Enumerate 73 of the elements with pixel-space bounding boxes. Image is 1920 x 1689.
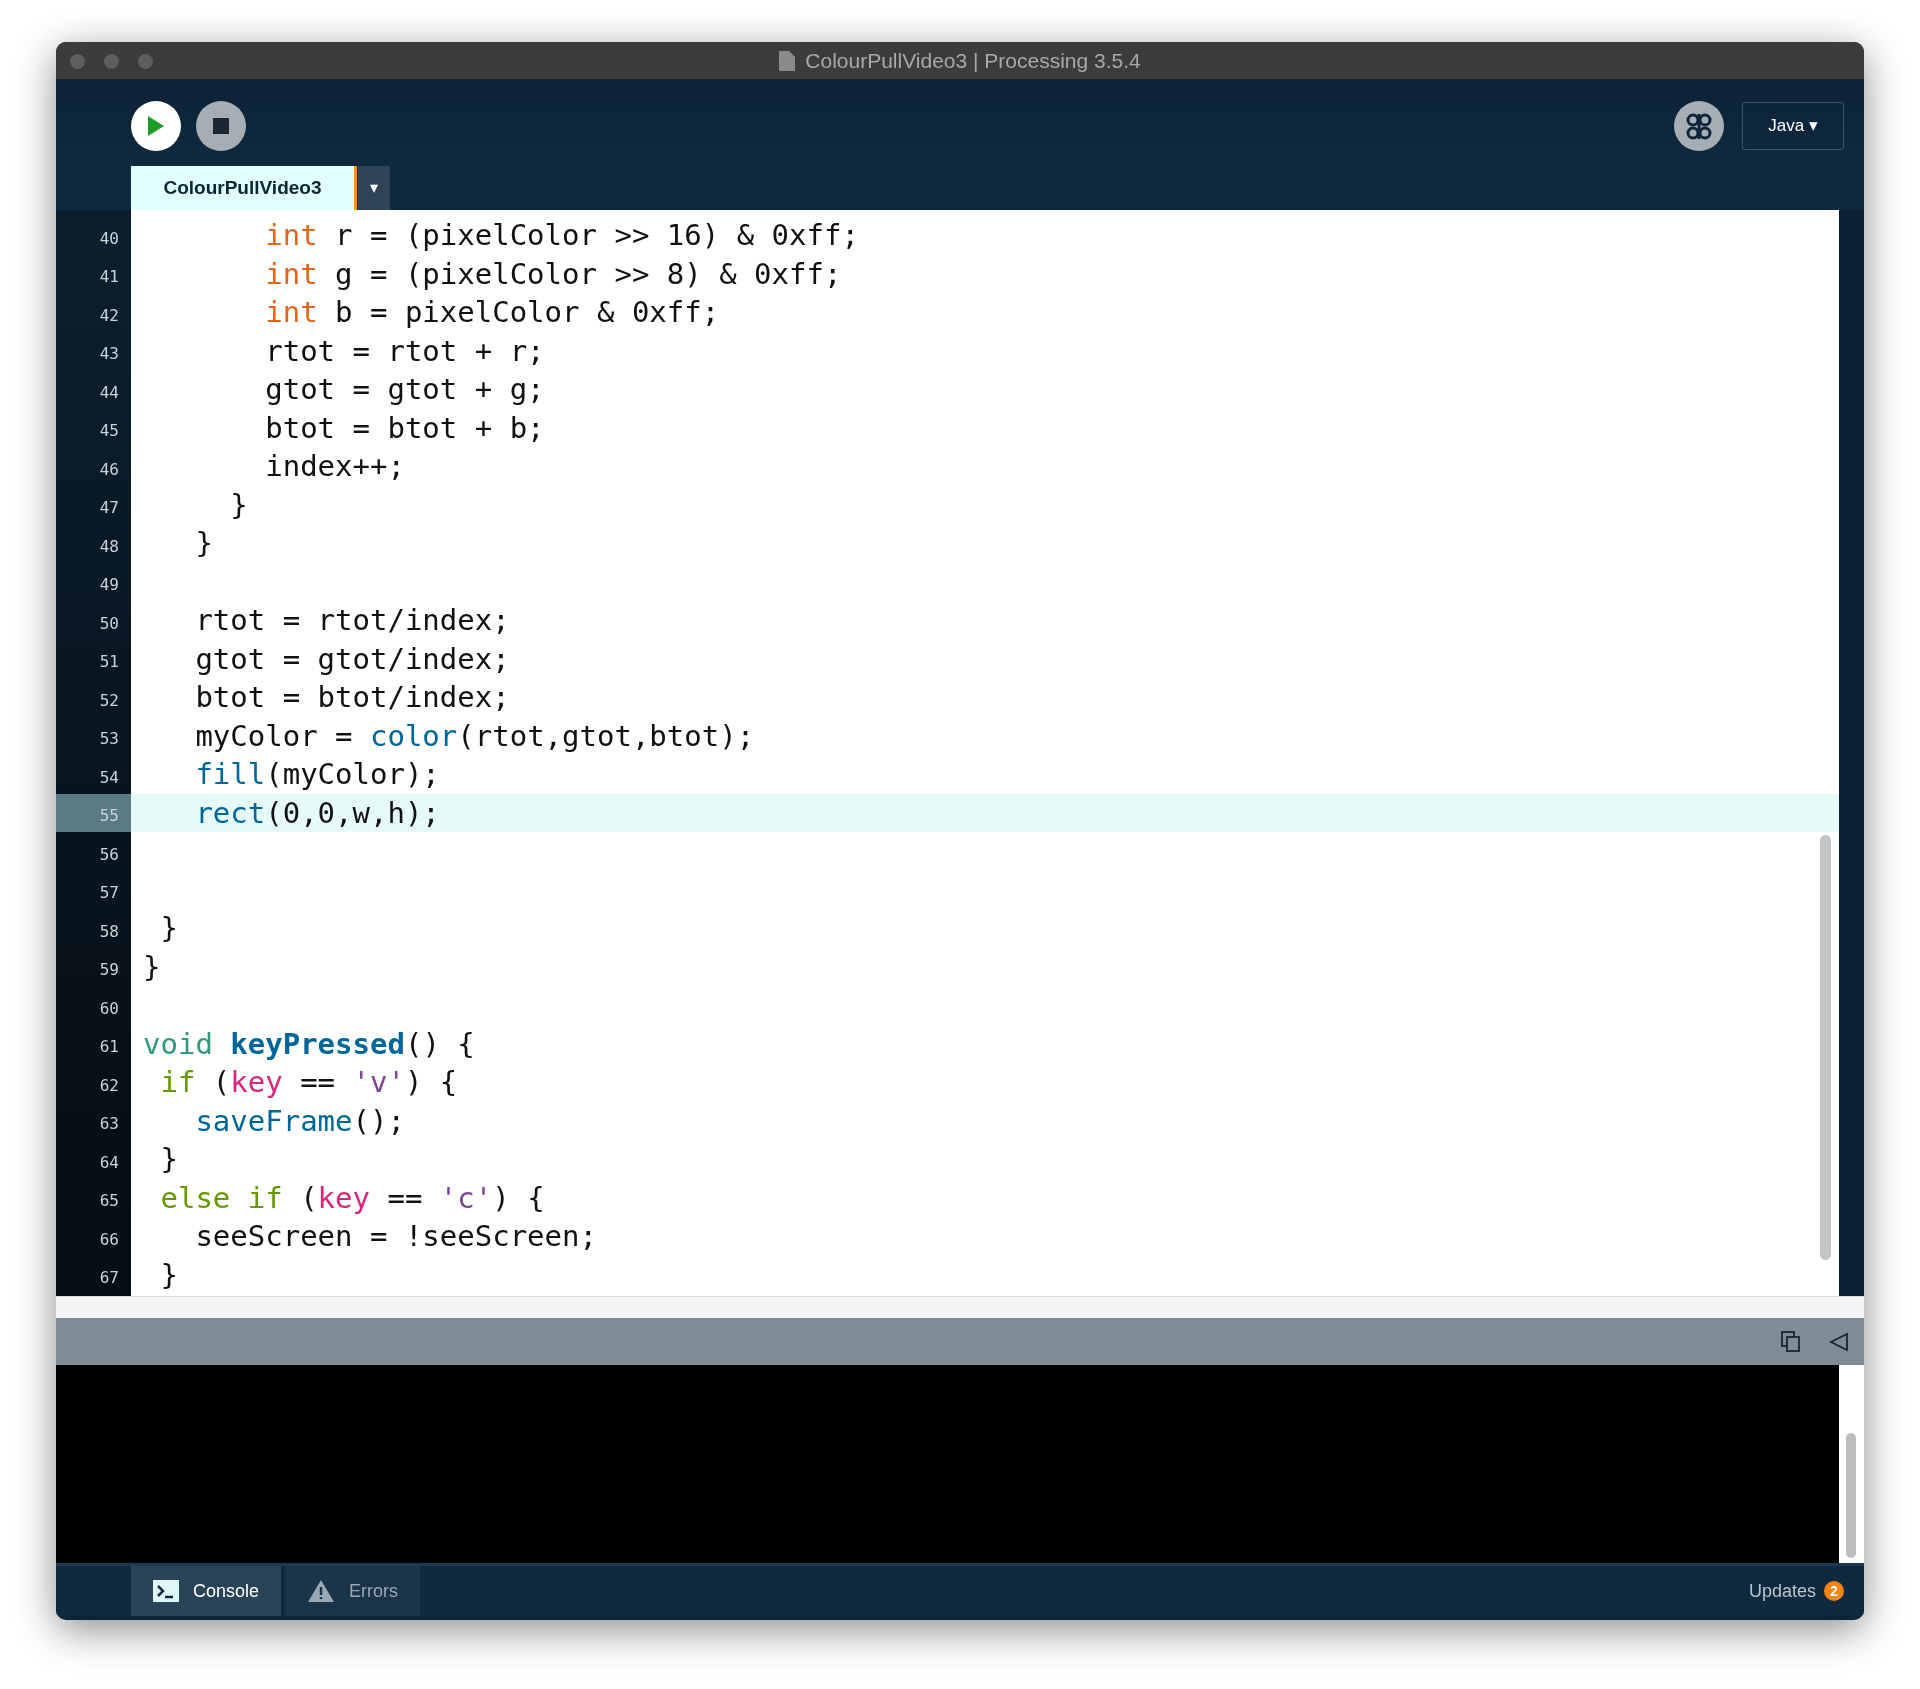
scrollbar-thumb[interactable] xyxy=(1820,835,1831,1260)
code-line: } xyxy=(143,949,161,984)
line-number: 55 xyxy=(99,805,119,827)
line-number: 49 xyxy=(99,574,119,596)
line-number: 67 xyxy=(99,1267,119,1289)
document-icon xyxy=(779,50,796,71)
debug-button[interactable] xyxy=(1674,101,1724,151)
code-line: fill(myColor); xyxy=(194,757,440,791)
code-line: } xyxy=(159,1257,178,1292)
code-line: int b = pixelColor & 0xff; xyxy=(264,295,720,329)
line-number: 50 xyxy=(99,612,119,635)
code-line: void keyPressed() { xyxy=(143,1026,475,1061)
code-line: } xyxy=(159,911,178,945)
line-number: 43 xyxy=(99,343,119,365)
code-line: gtot = gtot + g; xyxy=(264,372,545,406)
stop-icon xyxy=(213,118,229,134)
collapse-icon[interactable] xyxy=(1829,1331,1849,1352)
window-title: ColourPullVideo3 | Processing 3.5.4 xyxy=(805,47,1141,74)
line-number: 57 xyxy=(99,882,119,904)
code-line: int g = (pixelColor >> 8) & 0xff; xyxy=(264,256,842,291)
code-line: } xyxy=(229,487,248,522)
warning-icon xyxy=(307,1579,336,1603)
run-button[interactable] xyxy=(131,101,181,151)
code-line: if (key == 'v') { xyxy=(159,1065,458,1099)
line-number: 40 xyxy=(99,227,119,250)
line-number: 64 xyxy=(99,1151,119,1174)
line-number: 46 xyxy=(99,458,119,481)
copy-icon[interactable] xyxy=(1781,1330,1801,1353)
line-number: 52 xyxy=(99,689,119,712)
line-number: 54 xyxy=(99,766,119,789)
line-number: 42 xyxy=(99,304,119,327)
code-line: gtot = gtot/index; xyxy=(194,641,510,676)
stop-button[interactable] xyxy=(196,101,246,151)
line-number: 45 xyxy=(99,420,119,442)
tab-menu-button[interactable]: ▾ xyxy=(358,166,390,210)
code-line: } xyxy=(159,1142,178,1176)
line-number: 56 xyxy=(99,843,119,866)
line-number: 60 xyxy=(99,997,119,1020)
panel-tab[interactable]: Errors xyxy=(285,1566,421,1616)
sketch-tab[interactable]: ColourPullVideo3 xyxy=(131,166,357,210)
mode-dropdown[interactable]: Java ▾ xyxy=(1742,102,1844,150)
play-icon xyxy=(147,115,165,137)
line-number: 61 xyxy=(99,1036,119,1058)
code-line: else if (key == 'c') { xyxy=(159,1180,545,1215)
code-line: int r = (pixelColor >> 16) & 0xff; xyxy=(264,218,859,252)
code-line: } xyxy=(194,526,213,560)
updates-count: 2 xyxy=(1824,1581,1844,1601)
line-number: 53 xyxy=(99,728,119,750)
butterfly-icon xyxy=(1685,111,1713,141)
code-line: saveFrame(); xyxy=(194,1103,405,1138)
code-line: myColor = color(rtot,gtot,btot); xyxy=(194,718,755,753)
terminal-icon xyxy=(153,1580,179,1602)
code-line: btot = btot + b; xyxy=(264,410,545,445)
code-line: rtot = rtot/index; xyxy=(194,603,510,637)
line-number: 51 xyxy=(99,651,119,673)
code-line: btot = btot/index; xyxy=(194,680,510,714)
line-number: 66 xyxy=(99,1228,119,1251)
console-scrollbar-thumb[interactable] xyxy=(1846,1433,1856,1558)
line-number: 65 xyxy=(99,1190,119,1212)
line-number: 62 xyxy=(99,1074,119,1097)
code-line: seeScreen = !seeScreen; xyxy=(194,1219,597,1253)
line-number: 41 xyxy=(99,266,119,288)
code-line: rect(0,0,w,h); xyxy=(194,795,440,830)
line-number: 63 xyxy=(99,1113,119,1135)
code-line: index++; xyxy=(264,449,405,483)
line-number: 44 xyxy=(99,381,119,404)
updates-link[interactable]: Updates xyxy=(1748,1577,1816,1605)
line-number: 58 xyxy=(99,920,119,943)
code-line: rtot = rtot + r; xyxy=(264,333,545,368)
line-number: 59 xyxy=(99,959,119,981)
line-number: 47 xyxy=(99,497,119,519)
panel-tab[interactable]: Console xyxy=(131,1566,282,1616)
line-number: 48 xyxy=(99,535,119,558)
